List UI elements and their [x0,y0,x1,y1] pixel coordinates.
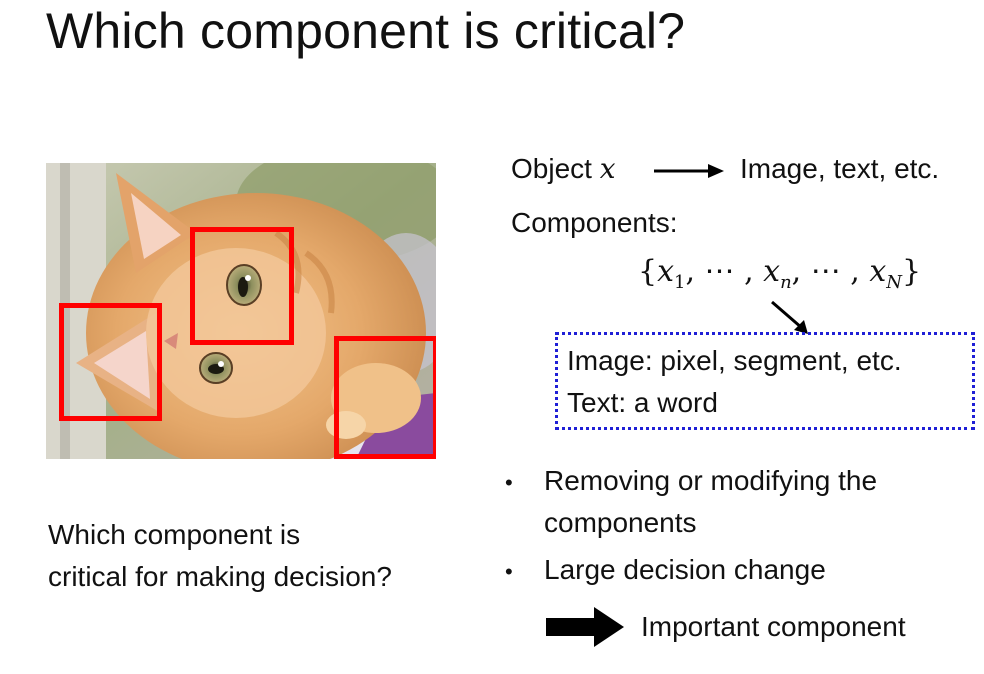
object-target: Image, text, etc. [740,153,940,184]
set-sub-n: n [780,272,792,293]
object-label: Object [511,153,592,184]
examples-line-2: Text: a word [567,387,718,418]
bullet-icon: • [505,559,513,584]
bullet-2-line-1: Large decision change [544,554,826,585]
component-set: {x1, ⋯ , xn, ⋯ , xN} [638,254,921,293]
set-sub-1: 1 [674,272,686,293]
set-open-brace: { [638,254,658,289]
bullet-1-line-2: components [544,507,697,538]
question-line-2: critical for making decision? [48,561,392,592]
set-xN: x [869,254,887,289]
set-x1: x [657,254,675,289]
conclusion-text: Important component [641,611,906,642]
set-separator-2: , ⋯ , [791,254,870,289]
arrow-right-icon [654,164,724,178]
highlight-box-eye [190,227,294,345]
highlight-box-ear [59,303,162,421]
set-sub-N: N [886,272,903,293]
highlight-box-paw [334,336,436,459]
set-close-brace: } [902,254,922,289]
set-separator-1: , ⋯ , [685,254,764,289]
bullet-1-line-1: Removing or modifying the [544,465,878,496]
components-label: Components: [511,207,678,238]
question-text: Which component is critical for making d… [48,514,392,598]
set-xn: x [763,254,781,289]
slide-title: Which component is critical? [46,3,686,59]
cat-image [46,163,436,459]
object-variable: x [599,152,616,185]
bullet-icon: • [505,470,513,495]
object-label-row: Object x [511,152,616,186]
examples-line-1: Image: pixel, segment, etc. [567,345,902,376]
thick-arrow-right-icon [546,607,624,647]
question-line-1: Which component is [48,519,301,550]
